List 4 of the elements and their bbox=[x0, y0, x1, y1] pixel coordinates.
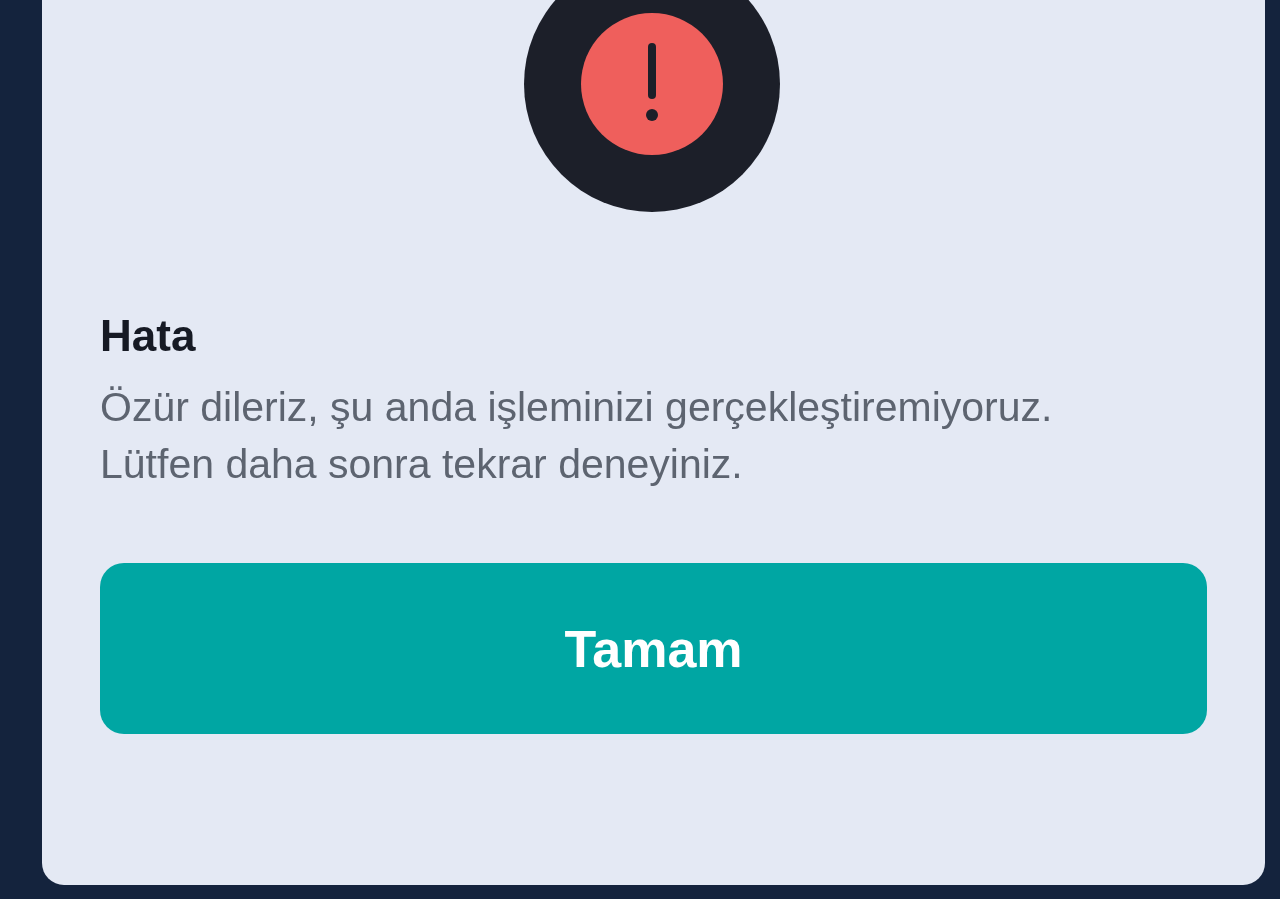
error-message: Özür dileriz, şu anda işleminizi gerçekleştiremiyoruz. Lütfen daha sonra tekrar deneyiniz. bbox=[100, 383, 1054, 489]
alert-icon bbox=[522, 0, 781, 213]
dialog-title: Hata bbox=[100, 310, 197, 362]
ok-button[interactable]: Tamam bbox=[100, 563, 1207, 734]
